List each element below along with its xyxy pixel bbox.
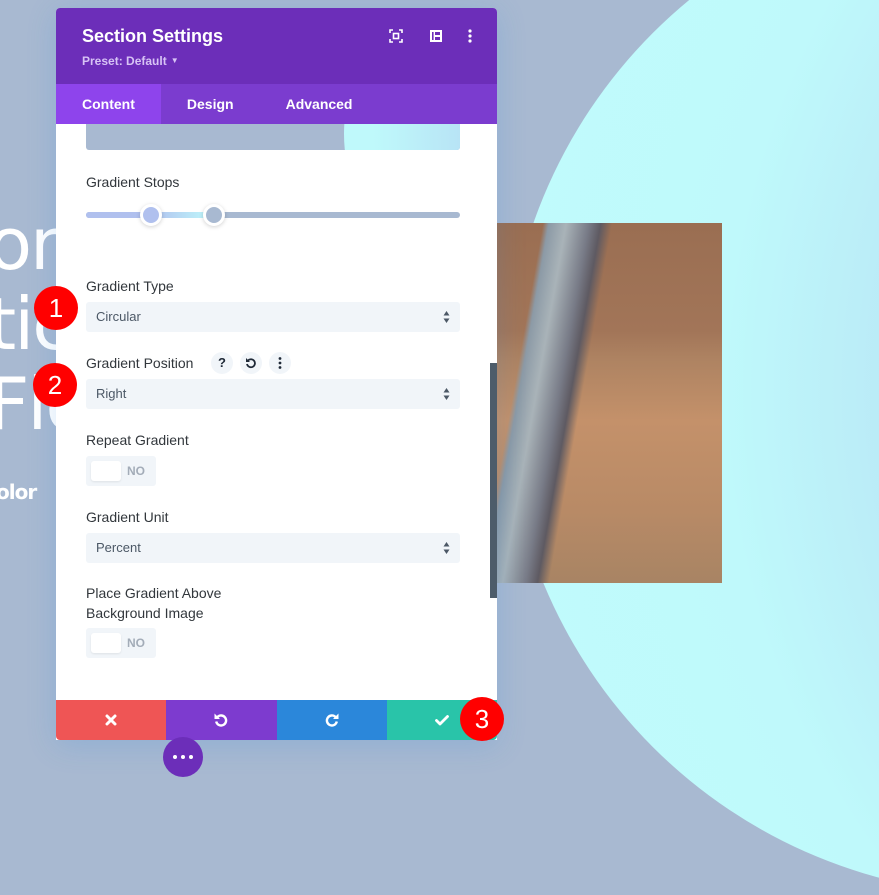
gradient-type-label: Gradient Type xyxy=(86,278,174,294)
panel-header: Section Settings Preset: Default ▼ xyxy=(56,8,497,84)
gradient-position-label: Gradient Position xyxy=(86,355,194,371)
section-settings-panel: Section Settings Preset: Default ▼ Conten… xyxy=(56,8,497,740)
background-subtext: olor xyxy=(0,480,37,504)
preset-selector[interactable]: Preset: Default ▼ xyxy=(82,54,179,68)
split-view-icon[interactable] xyxy=(427,27,445,45)
close-icon xyxy=(105,714,117,726)
gradient-unit-label: Gradient Unit xyxy=(86,509,169,525)
gradient-stop-handle-2[interactable] xyxy=(203,204,226,226)
gradient-unit-select[interactable]: Percent xyxy=(86,533,460,563)
panel-footer xyxy=(56,700,497,740)
repeat-gradient-toggle-text: NO xyxy=(127,464,145,478)
annotation-badge-1: 1 xyxy=(34,286,78,330)
annotation-badge-2: 2 xyxy=(33,363,77,407)
more-icon[interactable] xyxy=(269,352,291,374)
more-actions-button[interactable] xyxy=(163,737,203,777)
redo-button[interactable] xyxy=(276,700,387,740)
panel-title: Section Settings xyxy=(82,26,224,46)
gradient-stops-label: Gradient Stops xyxy=(86,174,180,190)
cancel-button[interactable] xyxy=(56,700,167,740)
gradient-position-select[interactable]: Right xyxy=(86,379,460,409)
place-gradient-above-toggle-text: NO xyxy=(127,636,145,650)
panel-scrollbar[interactable] xyxy=(490,363,497,598)
place-gradient-above-label-line-2: Background Image xyxy=(86,605,204,621)
select-arrows-icon xyxy=(443,542,450,554)
background-photo xyxy=(497,223,722,583)
gradient-type-value: Circular xyxy=(96,309,141,324)
gradient-stops-slider[interactable] xyxy=(86,204,460,226)
place-gradient-above-label-line-1: Place Gradient Above xyxy=(86,585,222,601)
gradient-type-select[interactable]: Circular xyxy=(86,302,460,332)
gradient-stop-handle-1[interactable] xyxy=(139,204,162,226)
annotation-badge-3: 3 xyxy=(460,697,504,741)
tab-bar: Content Design Advanced xyxy=(56,84,497,124)
check-icon xyxy=(434,715,449,726)
gradient-preview xyxy=(86,124,460,150)
fullscreen-icon[interactable] xyxy=(387,27,405,45)
place-gradient-above-toggle[interactable]: NO xyxy=(86,628,156,658)
repeat-gradient-toggle[interactable]: NO xyxy=(86,456,156,486)
caret-down-icon: ▼ xyxy=(170,56,179,65)
help-icon[interactable]: ? xyxy=(211,352,233,374)
preset-label: Preset: Default xyxy=(82,54,167,68)
gradient-position-value: Right xyxy=(96,386,127,401)
panel-content: Gradient Stops Gradient Type Circular Gr… xyxy=(56,124,497,700)
reset-icon[interactable] xyxy=(240,352,262,374)
select-arrows-icon xyxy=(443,311,450,323)
repeat-gradient-label: Repeat Gradient xyxy=(86,432,189,448)
tab-advanced[interactable]: Advanced xyxy=(260,84,379,124)
tab-content[interactable]: Content xyxy=(56,84,161,124)
undo-button[interactable] xyxy=(166,700,277,740)
gradient-unit-value: Percent xyxy=(96,540,141,555)
select-arrows-icon xyxy=(443,388,450,400)
redo-icon xyxy=(325,713,339,727)
undo-icon xyxy=(214,713,228,727)
tab-design[interactable]: Design xyxy=(161,84,260,124)
more-options-icon[interactable] xyxy=(461,27,479,45)
